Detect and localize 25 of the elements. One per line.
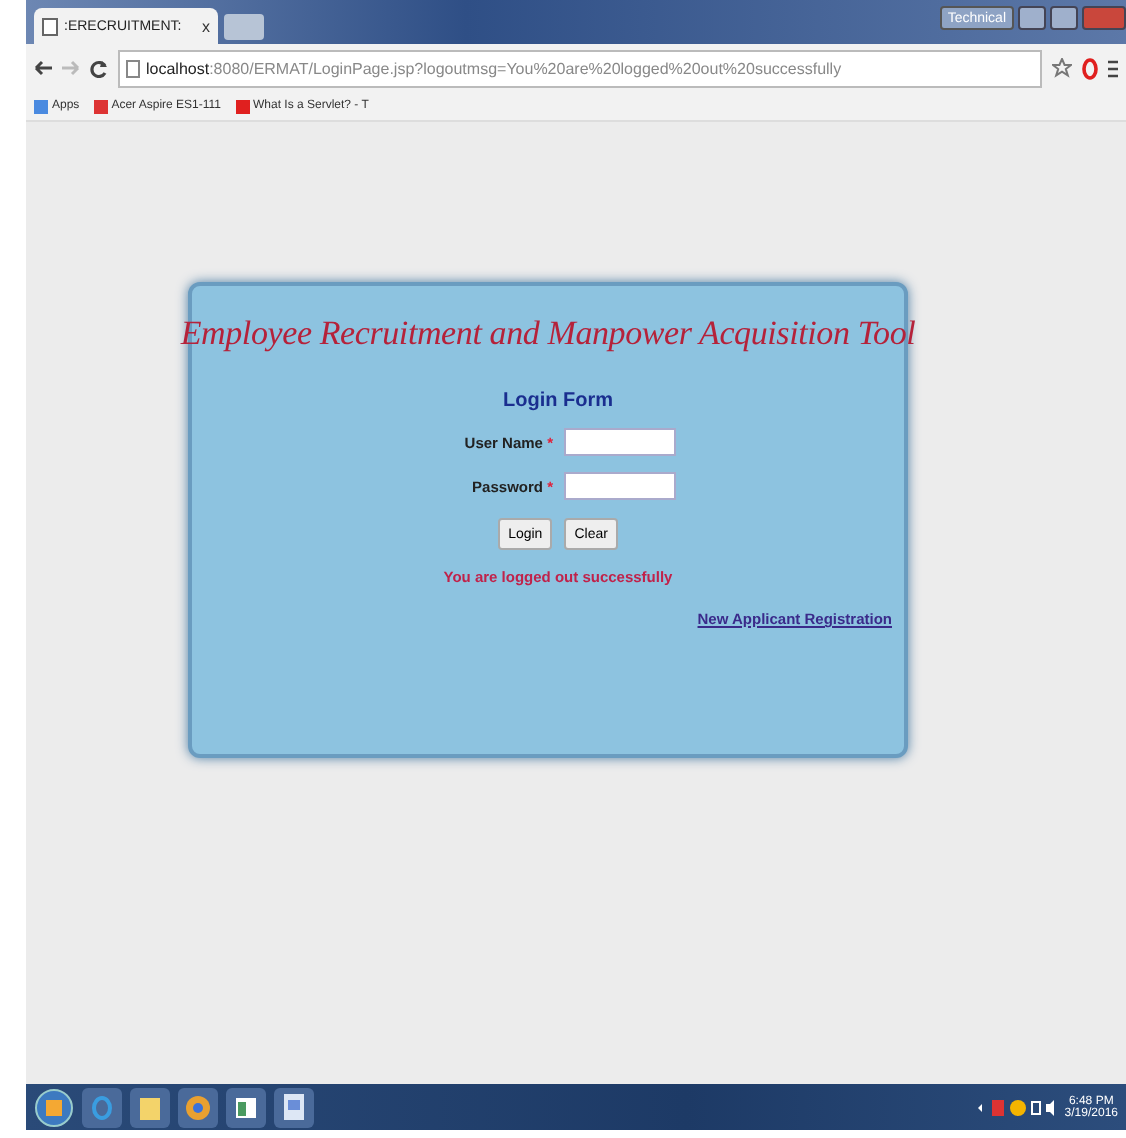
reload-icon[interactable] [90, 59, 108, 77]
username-field[interactable] [563, 428, 675, 456]
star-icon[interactable] [1052, 58, 1072, 78]
app-title: Employee Recruitment and Manpower Acquisition Tool [180, 314, 916, 354]
menu-icon[interactable] [1108, 59, 1118, 77]
form-title: Login Form [501, 390, 613, 412]
window-taskbar-icon[interactable] [226, 1087, 266, 1127]
minimize-button[interactable] [1018, 6, 1046, 30]
close-tab-button[interactable]: x [202, 17, 210, 35]
document-taskbar-icon[interactable] [274, 1087, 314, 1127]
bookmark-icon [235, 99, 249, 113]
page-icon [42, 17, 58, 35]
folder-taskbar-icon[interactable] [130, 1087, 170, 1127]
back-icon[interactable] [34, 60, 52, 76]
chrome-taskbar-icon[interactable] [178, 1087, 218, 1127]
browser-taskbar-icon[interactable] [82, 1087, 122, 1127]
maximize-button[interactable] [1050, 6, 1078, 30]
page-icon [126, 59, 140, 77]
opera-icon[interactable] [1082, 57, 1098, 79]
address-bar[interactable]: localhost:8080/ERMAT/LoginPage.jsp?logoutmsg=You%20are%20logged%20out%20successfully [118, 49, 1042, 87]
start-button[interactable] [34, 1087, 74, 1127]
bookmark-icon [93, 99, 108, 113]
tray-icons[interactable] [976, 1097, 1057, 1117]
bookmark-icon [34, 99, 48, 113]
password-field[interactable] [563, 472, 675, 500]
